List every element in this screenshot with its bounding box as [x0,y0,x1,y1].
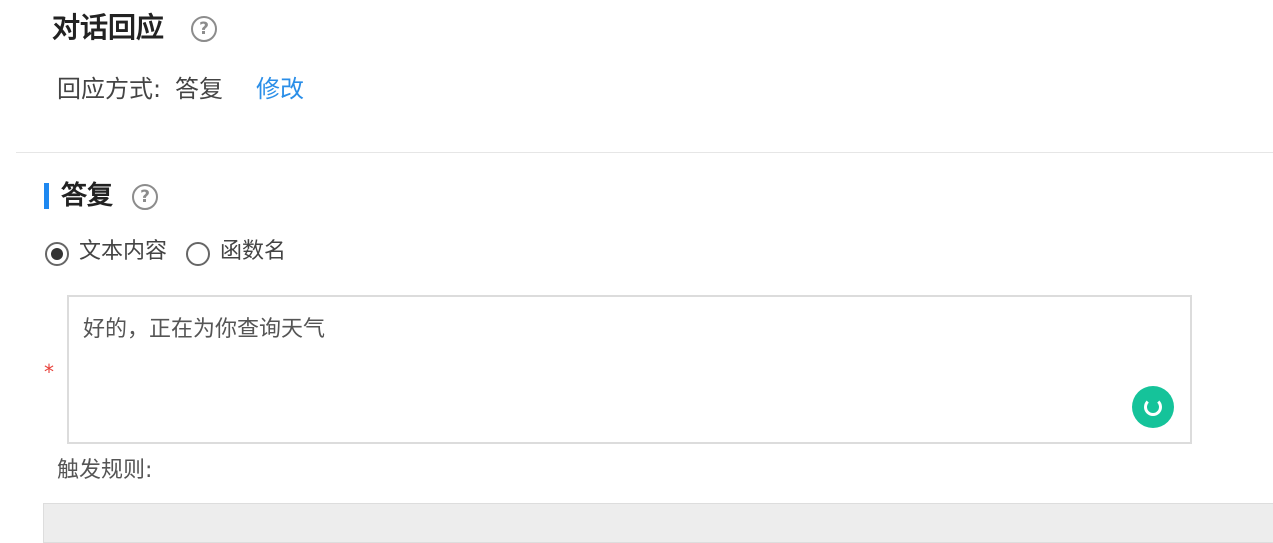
required-marker: * [44,360,54,384]
radio-function-name-label[interactable]: 函数名 [220,241,286,263]
reply-text-value[interactable]: 好的，正在为你查询天气 [83,319,325,341]
reply-text-input[interactable]: 好的，正在为你查询天气 [67,295,1192,444]
section-accent-bar [44,183,49,209]
reply-title: 答复 [61,181,114,211]
grammar-assistant-icon[interactable] [1132,386,1174,428]
response-mode-value: 答复 [175,75,223,103]
section-divider [16,152,1273,153]
edit-response-mode-link[interactable]: 修改 [256,77,304,101]
dialog-response-title: 对话回应 [52,11,165,44]
radio-function-name[interactable] [186,242,210,266]
reply-help-icon[interactable]: ? [132,184,158,210]
radio-text-content[interactable] [45,242,69,266]
radio-text-content-label[interactable]: 文本内容 [79,241,167,263]
response-mode-label: 回应方式: [57,75,162,103]
dialog-response-help-icon[interactable]: ? [191,16,217,42]
trigger-rules-input[interactable] [43,503,1273,543]
trigger-rules-label: 触发规则: [57,458,153,483]
